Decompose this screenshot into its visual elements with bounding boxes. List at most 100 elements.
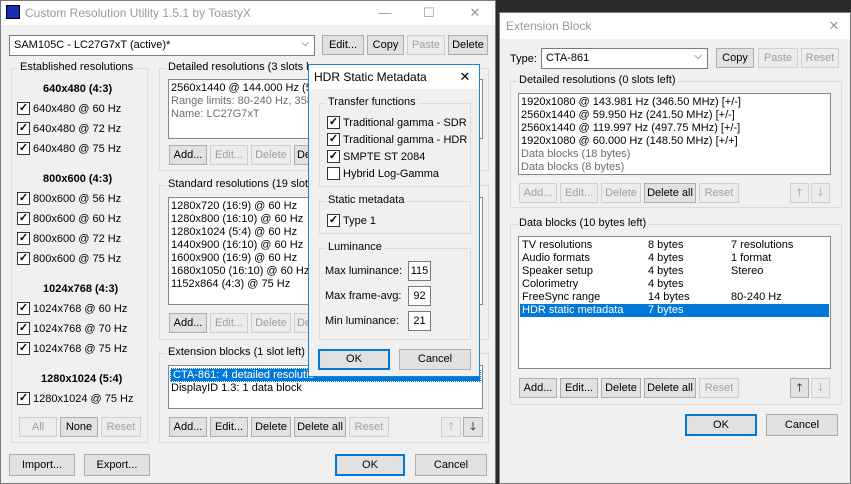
min-luminance-label: Min luminance: [325,315,399,327]
checkbox-sdr[interactable]: ✓ Traditional gamma - SDR [327,115,467,130]
checkbox-640x480-72[interactable]: ✓ 640x480 @ 72 Hz [17,121,121,136]
detailed-label: Detailed resolutions (3 slots le [166,61,317,73]
import-button[interactable]: Import... [9,454,75,476]
edit-monitor-button[interactable]: Edit... [322,35,364,55]
block-info: Stereo [731,265,764,277]
extension-add-button[interactable]: Add... [169,417,207,437]
luminance-label: Luminance [326,241,384,253]
all-button[interactable]: All [19,417,57,437]
delete-button[interactable]: Delete [448,35,488,55]
checkbox-1024x768-70[interactable]: ✓ 1024x768 @ 70 Hz [17,321,127,336]
arrow-up-icon: 🡑 [796,382,803,394]
list-item[interactable]: 1920x1080 @ 60.000 Hz (148.50 MHz) [+/+] [519,135,830,148]
close-icon[interactable]: ✕ [820,14,848,38]
datablocks-list[interactable]: TV resolutions 8 bytes 7 resolutions Aud… [518,236,831,369]
ext-cancel-button[interactable]: Cancel [766,414,838,436]
group-header: 640x480 (4:3) [43,83,113,95]
export-button[interactable]: Export... [84,454,150,476]
extension-delete-button[interactable]: Delete [251,417,291,437]
checkbox-type1[interactable]: ✓ Type 1 [327,213,376,228]
list-item[interactable]: 2560x1440 @ 119.997 Hz (497.75 MHz) [+/-… [519,122,830,135]
ok-button[interactable]: OK [335,454,405,476]
none-button[interactable]: None [60,417,98,437]
min-luminance-input[interactable]: 21 [408,311,431,331]
move-down-button[interactable]: 🡓 [463,417,483,437]
detailed-edit-button[interactable]: Edit... [210,145,248,165]
datablocks-delete-all-button[interactable]: Delete all [644,378,696,398]
table-row[interactable]: Speaker setup 4 bytes Stereo [519,265,830,278]
ext-detailed-delete-all-button[interactable]: Delete all [644,183,696,203]
block-size: 7 bytes [648,304,684,316]
ext-detailed-add-button[interactable]: Add... [519,183,557,203]
datablocks-down-button[interactable]: 🡓 [811,378,830,398]
checkbox-1024x768-75[interactable]: ✓ 1024x768 @ 75 Hz [17,341,127,356]
ext-detailed-list[interactable]: 1920x1080 @ 143.981 Hz (346.50 MHz) [+/-… [518,93,831,175]
list-item[interactable]: 2560x1440 @ 59.950 Hz (241.50 MHz) [+/-] [519,109,830,122]
ext-detailed-reset-button[interactable]: Reset [699,183,739,203]
move-up-button[interactable]: 🡑 [441,417,461,437]
close-icon[interactable]: ✕ [461,1,489,25]
standard-add-button[interactable]: Add... [169,313,207,333]
close-icon[interactable]: ✕ [451,65,479,89]
window-title: Custom Resolution Utility 1.5.1 by Toast… [25,6,251,20]
table-row[interactable]: Audio formats 4 bytes 1 format [519,252,830,265]
datablocks-add-button[interactable]: Add... [519,378,557,398]
datablocks-up-button[interactable]: 🡑 [790,378,809,398]
block-size: 4 bytes [648,252,684,264]
standard-edit-button[interactable]: Edit... [210,313,248,333]
checkbox-800x600-75[interactable]: ✓ 800x600 @ 75 Hz [17,251,121,266]
checkbox-800x600-60[interactable]: ✓ 800x600 @ 60 Hz [17,211,121,226]
ext-detailed-down-button[interactable]: 🡓 [811,183,830,203]
block-size: 14 bytes [648,291,690,303]
extension-edit-button[interactable]: Edit... [210,417,248,437]
transfer-label: Transfer functions [326,96,418,108]
checkbox-hlg[interactable]: Hybrid Log-Gamma [327,166,439,181]
datablocks-reset-button[interactable]: Reset [699,378,739,398]
cancel-button[interactable]: Cancel [415,454,487,476]
table-row[interactable]: TV resolutions 8 bytes 7 resolutions [519,239,830,252]
minimize-icon[interactable]: — [371,1,399,25]
datablocks-delete-button[interactable]: Delete [601,378,641,398]
table-row[interactable]: Colorimetry 4 bytes [519,278,830,291]
block-name: FreeSync range [522,291,601,303]
list-item[interactable]: Data blocks (8 bytes) [519,161,830,174]
datablocks-edit-button[interactable]: Edit... [560,378,598,398]
monitor-select[interactable]: SAM105C - LC27G7xT (active)* ⌵ [9,35,315,56]
maximize-icon[interactable]: ☐ [415,1,443,25]
list-item[interactable]: Data blocks (18 bytes) [519,148,830,161]
ext-detailed-up-button[interactable]: 🡑 [790,183,809,203]
checkbox-st2084[interactable]: ✓ SMPTE ST 2084 [327,149,425,164]
detailed-add-button[interactable]: Add... [169,145,207,165]
paste-button[interactable]: Paste [407,35,445,55]
table-row[interactable]: FreeSync range 14 bytes 80-240 Hz [519,291,830,304]
ext-paste-button[interactable]: Paste [758,48,798,68]
ext-copy-button[interactable]: Copy [716,48,754,68]
list-item[interactable]: 1920x1080 @ 143.981 Hz (346.50 MHz) [+/-… [519,96,830,109]
standard-delete-button[interactable]: Delete [251,313,291,333]
max-frame-avg-input[interactable]: 92 [408,286,431,306]
checkbox-640x480-75[interactable]: ✓ 640x480 @ 75 Hz [17,141,121,156]
cru-titlebar: Custom Resolution Utility 1.5.1 by Toast… [1,1,495,25]
hdr-ok-button[interactable]: OK [318,349,390,370]
extension-reset-button[interactable]: Reset [349,417,389,437]
max-luminance-input[interactable]: 115 [408,261,431,281]
table-row-selected[interactable]: HDR static metadata 7 bytes [520,304,829,317]
ext-detailed-edit-button[interactable]: Edit... [560,183,598,203]
ext-reset-button[interactable]: Reset [801,48,839,68]
list-item[interactable]: DisplayID 1.3: 1 data block [169,382,482,395]
extension-delete-all-button[interactable]: Delete all [294,417,346,437]
checkbox-1024x768-60[interactable]: ✓ 1024x768 @ 60 Hz [17,301,127,316]
checkbox-640x480-60[interactable]: ✓ 640x480 @ 60 Hz [17,101,121,116]
ext-detailed-delete-button[interactable]: Delete [601,183,641,203]
copy-button[interactable]: Copy [367,35,404,55]
checkbox-hdr[interactable]: ✓ Traditional gamma - HDR [327,132,467,147]
ext-ok-button[interactable]: OK [685,414,757,436]
reset-button[interactable]: Reset [101,417,141,437]
checkbox-800x600-72[interactable]: ✓ 800x600 @ 72 Hz [17,231,121,246]
standard-label: Standard resolutions (19 slots [166,178,316,190]
hdr-cancel-button[interactable]: Cancel [399,349,471,370]
checkbox-1280x1024-75[interactable]: ✓ 1280x1024 @ 75 Hz [17,391,133,406]
detailed-delete-button[interactable]: Delete [251,145,291,165]
type-select[interactable]: CTA-861 ⌵ [541,48,708,69]
checkbox-800x600-56[interactable]: ✓ 800x600 @ 56 Hz [17,191,121,206]
